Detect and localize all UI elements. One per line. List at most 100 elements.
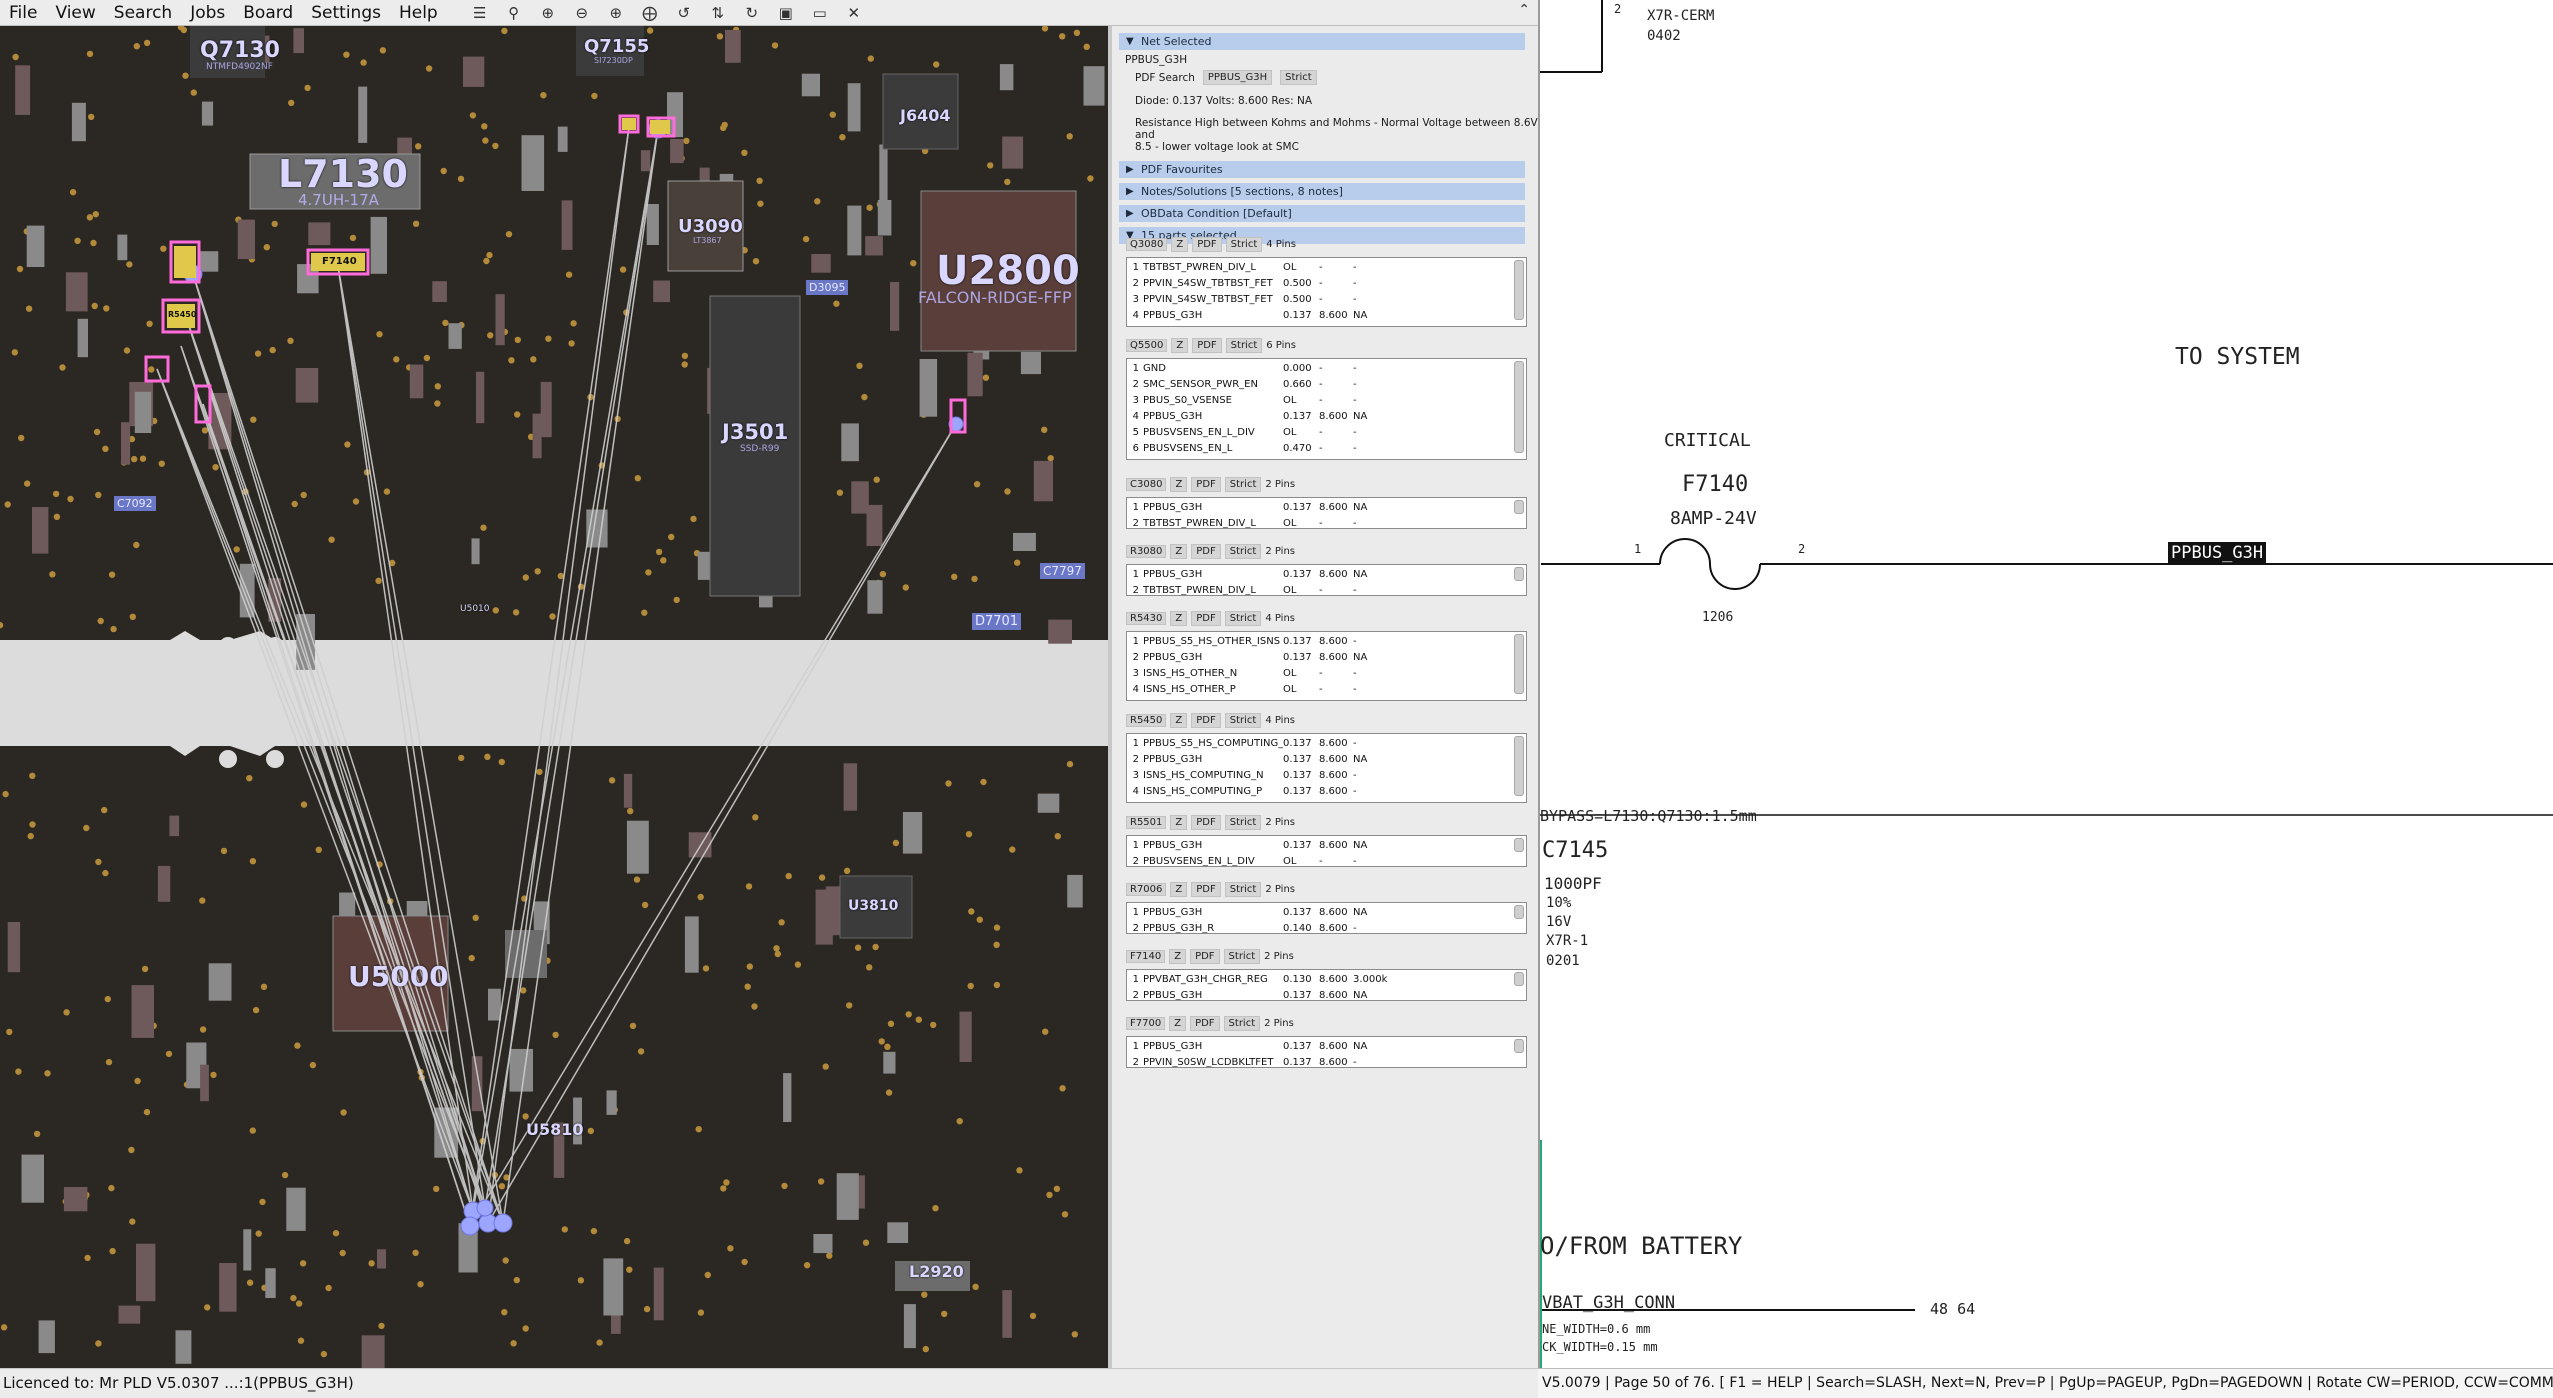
menu-file[interactable]: File <box>0 0 46 26</box>
pin-table[interactable]: 1 GND 0.000- -2 SMC_SENSOR_PWR_EN 0.660- -3 PBU… <box>1126 358 1527 460</box>
part-name-button[interactable]: C3080 <box>1126 477 1167 491</box>
part-strict-button[interactable]: Strict <box>1223 1015 1261 1031</box>
pin-row[interactable]: 4 PPBUS_G3H 0.137 8.600 NA <box>1127 308 1526 324</box>
part-name-button[interactable]: R5430 <box>1126 611 1167 625</box>
pin-table[interactable]: 1 PPBUS_S5_HS_OTHER_ISNS 0.137 8.600-2 PPBUS… <box>1126 631 1527 701</box>
zoom-out-icon[interactable]: ⊖ <box>565 1 599 25</box>
pin-table[interactable]: 1 PPVBAT_G3H_CHGR_REG 0.130 8.600 3.000k 2 PPB… <box>1126 969 1527 1001</box>
close-icon[interactable]: ✕ <box>837 1 871 25</box>
pin-row[interactable]: 2 TBTBST_PWREN_DIV_L OL - - <box>1127 583 1526 595</box>
component-label-d3095[interactable]: D3095 <box>806 280 849 295</box>
scrollbar[interactable] <box>1514 1039 1524 1053</box>
zoom-part-button[interactable]: Z <box>1169 1015 1187 1031</box>
menu-settings[interactable]: Settings <box>302 0 390 26</box>
part-name-button[interactable]: Q3080 <box>1126 237 1168 251</box>
section-net-selected[interactable]: ▼ Net Selected <box>1119 33 1525 50</box>
section-notes-solutions[interactable]: ▶ Notes/Solutions [5 sections, 8 notes] <box>1119 183 1525 200</box>
pin-row[interactable]: 2 PPBUS_G3H 0.137 8.600 NA <box>1127 988 1526 1000</box>
part-pdf-button[interactable]: PDF <box>1191 543 1221 559</box>
part-name-button[interactable]: F7140 <box>1126 949 1166 963</box>
part-name-button[interactable]: F7700 <box>1126 1016 1166 1030</box>
part-pdf-button[interactable]: PDF <box>1191 814 1221 830</box>
menu-board[interactable]: Board <box>234 0 302 26</box>
zoom-part-button[interactable]: Z <box>1170 610 1188 626</box>
pin-table[interactable]: 1 PPBUS_G3H 0.137 8.600 NA 2 TBTBST_PWREN_DIV_… <box>1126 564 1527 596</box>
component-label-j6404[interactable]: J6404 <box>900 106 950 125</box>
zoom-fit-icon[interactable]: ⊕ <box>599 1 633 25</box>
pin-row[interactable]: 1 PPBUS_G3H 0.137 8.600 NA <box>1127 1039 1526 1055</box>
pin-row[interactable]: 4 ISNS_HS_OTHER_P OL - - <box>1127 682 1526 698</box>
component-label-l2920[interactable]: L2920 <box>909 1262 964 1281</box>
pin-table[interactable]: 1 PPBUS_G3H 0.137 8.600 NA 2 PPBUS_G3H_R 0.140 8… <box>1126 902 1527 934</box>
pin-row[interactable]: 3 PBUS_S0_VSENSE OL - - <box>1127 393 1526 409</box>
search-icon[interactable]: ⚲ <box>497 1 531 25</box>
pin-row[interactable]: 2 PPVIN_S4SW_TBTBST_FET 0.500- - <box>1127 276 1526 292</box>
board-view[interactable]: Q7130 NTMFD4902NF Q7155 SI7230DP L7130 4… <box>0 26 1108 1368</box>
part-strict-button[interactable]: Strict <box>1225 337 1263 353</box>
pin-row[interactable]: 4 PPBUS_G3H 0.137 8.600 NA <box>1127 409 1526 425</box>
menu-search[interactable]: Search <box>105 0 181 26</box>
part-pdf-button[interactable]: PDF <box>1190 1015 1220 1031</box>
pin-row[interactable]: 1 PPBUS_G3H 0.137 8.600 NA <box>1127 567 1526 583</box>
component-label-q7130[interactable]: Q7130 <box>200 38 280 63</box>
pin-table[interactable]: 1 PPBUS_G3H 0.137 8.600 NA 2 PPVIN_S0SW_LCDBKL… <box>1126 1036 1527 1068</box>
pin-row[interactable]: 2 SMC_SENSOR_PWR_EN 0.660- - <box>1127 377 1526 393</box>
part-strict-button[interactable]: Strict <box>1224 543 1262 559</box>
part-name-button[interactable]: R7006 <box>1126 882 1167 896</box>
pin-row[interactable]: 3 ISNS_HS_COMPUTING_N 0.137 8.600- <box>1127 768 1526 784</box>
menu-view[interactable]: View <box>46 0 104 26</box>
zoom-part-button[interactable]: Z <box>1170 814 1188 830</box>
pin-table[interactable]: 1 TBTBST_PWREN_DIV_L OL - - 2 PPVIN_S4SW_TBTBS… <box>1126 257 1527 327</box>
pin-row[interactable]: 2 PPBUS_G3H 0.137 8.600 NA <box>1127 650 1526 666</box>
component-label-u3090[interactable]: U3090 <box>678 216 743 237</box>
pin-row[interactable]: 2 PPVIN_S0SW_LCDBKLTFET 0.137 8.600- <box>1127 1055 1526 1067</box>
scrollbar[interactable] <box>1514 838 1524 852</box>
crosshair-icon[interactable]: ⨁ <box>633 1 667 25</box>
component-label-c7092[interactable]: C7092 <box>114 496 156 511</box>
component-label-u5010[interactable]: U5010 <box>460 604 490 614</box>
rotate-ccw-icon[interactable]: ↺ <box>667 1 701 25</box>
zoom-part-button[interactable]: Z <box>1170 476 1188 492</box>
pin-row[interactable]: 1 PPBUS_S5_HS_OTHER_ISNS 0.137 8.600- <box>1127 634 1526 650</box>
part-pdf-button[interactable]: PDF <box>1191 881 1221 897</box>
pin-row[interactable]: 2 PBUSVSENS_EN_L_DIV OL - - <box>1127 854 1526 866</box>
component-label-c7797[interactable]: C7797 <box>1040 563 1085 579</box>
scrollbar[interactable] <box>1514 361 1524 453</box>
part-name-button[interactable]: R3080 <box>1126 544 1167 558</box>
zoom-in-icon[interactable]: ⊕ <box>531 1 565 25</box>
part-name-button[interactable]: R5450 <box>1126 713 1167 727</box>
component-label-r5450[interactable]: R5450 <box>168 310 196 319</box>
schematic-viewer[interactable]: 2 X7R-CERM 0402 TO SYSTEM CRITICAL F7140… <box>1538 0 2553 1368</box>
part-strict-button[interactable]: Strict <box>1225 236 1263 252</box>
zoom-part-button[interactable]: Z <box>1170 712 1188 728</box>
part-strict-button[interactable]: Strict <box>1223 948 1261 964</box>
scrollbar[interactable] <box>1514 972 1524 986</box>
pin-row[interactable]: 1 PPBUS_S5_HS_COMPUTING_ISNS0.137 8.600- <box>1127 736 1526 752</box>
scrollbar[interactable] <box>1514 905 1524 919</box>
pin-row[interactable]: 1 PPBUS_G3H 0.137 8.600 NA <box>1127 838 1526 854</box>
zoom-part-button[interactable]: Z <box>1170 543 1188 559</box>
menu-help[interactable]: Help <box>390 0 447 26</box>
part-strict-button[interactable]: Strict <box>1224 814 1262 830</box>
select-icon[interactable]: ▣ <box>769 1 803 25</box>
scrollbar[interactable] <box>1514 567 1524 581</box>
part-pdf-button[interactable]: PDF <box>1190 948 1220 964</box>
zoom-part-button[interactable]: Z <box>1169 948 1187 964</box>
scrollbar[interactable] <box>1514 736 1524 796</box>
pin-row[interactable]: 6 PBUSVSENS_EN_L 0.470- - <box>1127 441 1526 457</box>
rectangle-icon[interactable]: ▭ <box>803 1 837 25</box>
pin-row[interactable]: 1 PPBUS_G3H 0.137 8.600 NA <box>1127 905 1526 921</box>
pin-row[interactable]: 5 PBUSVSENS_EN_L_DIV OL - - <box>1127 425 1526 441</box>
menu-jobs[interactable]: Jobs <box>181 0 234 26</box>
part-pdf-button[interactable]: PDF <box>1191 476 1221 492</box>
section-obdata[interactable]: ▶ OBData Condition [Default] <box>1119 205 1525 222</box>
part-pdf-button[interactable]: PDF <box>1191 712 1221 728</box>
pin-row[interactable]: 3 PPVIN_S4SW_TBTBST_FET 0.500- - <box>1127 292 1526 308</box>
component-label-j3501[interactable]: J3501 <box>722 420 788 444</box>
part-pdf-button[interactable]: PDF <box>1192 337 1222 353</box>
part-pdf-button[interactable]: PDF <box>1192 236 1222 252</box>
section-pdf-favourites[interactable]: ▶ PDF Favourites <box>1119 161 1525 178</box>
pin-row[interactable]: 3 ISNS_HS_OTHER_N OL - - <box>1127 666 1526 682</box>
scrollbar[interactable] <box>1514 634 1524 694</box>
pin-row[interactable]: 1 PPVBAT_G3H_CHGR_REG 0.130 8.600 3.000k <box>1127 972 1526 988</box>
